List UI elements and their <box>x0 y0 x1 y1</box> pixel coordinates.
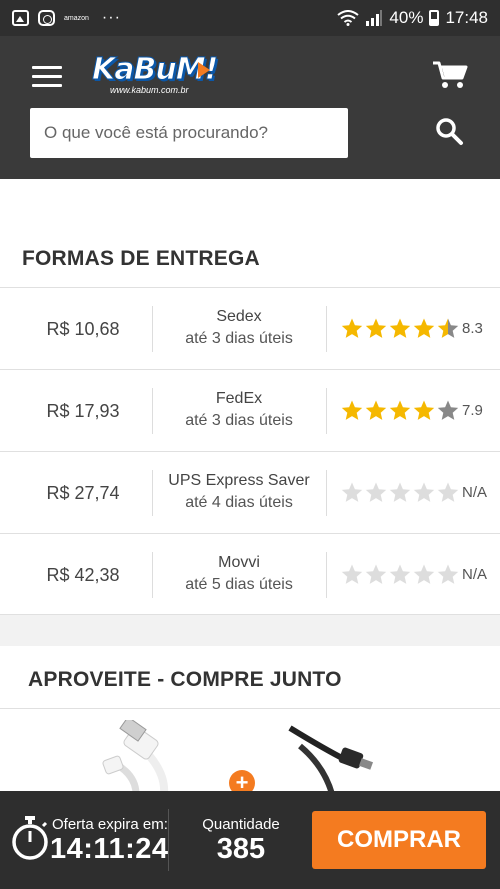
shipping-option-row[interactable]: R$ 27,74 UPS Express Saver até 4 dias út… <box>0 451 500 533</box>
buy-button[interactable]: COMPRAR <box>312 811 486 869</box>
shipping-options-list: R$ 10,68 Sedex até 3 dias úteis 8.3 R$ 1… <box>0 287 500 615</box>
star-filled-icon <box>413 318 435 338</box>
shipping-price: R$ 27,74 <box>46 483 120 503</box>
app-header: KaBuM! www.kabum.com.br <box>0 36 500 179</box>
star-half-icon <box>437 318 459 338</box>
rating-score: N/A <box>462 483 488 501</box>
logo-wordmark: KaBuM! <box>92 52 219 88</box>
star-empty-icon <box>413 482 435 502</box>
carrier-info: FedEx até 3 dias úteis <box>152 390 326 430</box>
shipping-price: R$ 10,68 <box>46 319 120 339</box>
signal-icon <box>366 10 383 26</box>
row-divider <box>326 388 327 434</box>
star-empty-icon <box>389 564 411 584</box>
star-filled-icon <box>365 318 387 338</box>
logo-arrow-icon <box>198 62 210 78</box>
hamburger-menu-icon[interactable] <box>32 66 62 88</box>
logo-url: www.kabum.com.br <box>110 85 189 95</box>
shipping-title: FORMAS DE ENTREGA <box>22 247 260 270</box>
star-empty-icon <box>437 482 459 502</box>
search-input[interactable] <box>30 108 348 158</box>
carrier-name: UPS Express Saver <box>168 472 310 489</box>
carrier-info: Sedex até 3 dias úteis <box>152 308 326 348</box>
delivery-eta: até 3 dias úteis <box>185 330 293 347</box>
amazon-icon: amazon <box>64 14 89 22</box>
carrier-info: Movvi até 5 dias úteis <box>152 554 326 594</box>
stopwatch-icon <box>12 816 48 860</box>
system-status: 40% 17:48 <box>337 8 488 28</box>
star-filled-icon <box>341 318 363 338</box>
row-divider <box>326 306 327 352</box>
carrier-rating-stars: 8.3 <box>340 316 483 340</box>
star-empty-icon <box>437 400 459 420</box>
star-filled-icon <box>389 400 411 420</box>
star-empty-icon <box>413 564 435 584</box>
shipping-price: R$ 17,93 <box>46 401 120 421</box>
carrier-rating-stars: 7.9 <box>340 398 483 422</box>
more-notifications-icon: ··· <box>101 9 121 26</box>
carrier-rating-stars: N/A <box>340 480 487 504</box>
search-icon[interactable] <box>434 116 464 146</box>
carrier-info: UPS Express Saver até 4 dias úteis <box>152 472 326 512</box>
star-filled-icon <box>365 400 387 420</box>
delivery-eta: até 4 dias úteis <box>185 494 293 511</box>
rating-score: N/A <box>462 565 488 583</box>
status-bar: amazon ··· 40% 17:48 <box>0 0 500 36</box>
rating-score: 8.3 <box>462 319 483 337</box>
cart-icon[interactable] <box>432 60 468 90</box>
buy-together-section: APROVEITE - COMPRE JUNTO + <box>0 646 500 796</box>
offer-countdown: 14:11:24 <box>50 833 169 865</box>
star-empty-icon <box>365 564 387 584</box>
image-icon <box>12 10 29 26</box>
notification-icons: amazon ··· <box>12 9 121 27</box>
star-filled-icon <box>341 400 363 420</box>
wifi-icon <box>337 10 360 26</box>
purchase-bar: Oferta expira em: 14:11:24 Quantidade 38… <box>0 791 500 889</box>
delivery-eta: até 5 dias úteis <box>185 576 293 593</box>
delivery-eta: até 3 dias úteis <box>185 412 293 429</box>
kabum-logo[interactable]: KaBuM! www.kabum.com.br <box>92 52 219 100</box>
star-filled-icon <box>413 400 435 420</box>
row-divider <box>326 552 327 598</box>
rating-score: 7.9 <box>462 401 483 419</box>
battery-icon <box>429 10 440 26</box>
instagram-icon <box>38 10 55 26</box>
shipping-price: R$ 42,38 <box>46 565 120 585</box>
shipping-option-row[interactable]: R$ 10,68 Sedex até 3 dias úteis 8.3 <box>0 287 500 369</box>
buy-together-title: APROVEITE - COMPRE JUNTO <box>28 668 342 691</box>
section-divider <box>0 708 500 709</box>
battery-percent: 40% <box>389 8 424 27</box>
black-cable-image[interactable] <box>286 720 396 794</box>
star-empty-icon <box>389 482 411 502</box>
clock: 17:48 <box>445 8 488 27</box>
carrier-name: Movvi <box>218 554 260 571</box>
row-divider <box>326 470 327 516</box>
carrier-name: Sedex <box>216 308 262 325</box>
quantity-value: 385 <box>216 833 266 865</box>
carrier-rating-stars: N/A <box>340 562 487 586</box>
star-empty-icon <box>341 564 363 584</box>
star-empty-icon <box>437 564 459 584</box>
shipping-option-row[interactable]: R$ 17,93 FedEx até 3 dias úteis 7.9 <box>0 369 500 451</box>
star-empty-icon <box>365 482 387 502</box>
shipping-section: FORMAS DE ENTREGA R$ 10,68 Sedex até 3 d… <box>0 179 500 615</box>
shipping-option-row[interactable]: R$ 42,38 Movvi até 5 dias úteis N/A <box>0 533 500 615</box>
carrier-name: FedEx <box>215 390 263 407</box>
star-filled-icon <box>389 318 411 338</box>
quantity-label: Quantidade <box>202 816 280 833</box>
bar-divider <box>168 809 169 871</box>
usb-cable-image[interactable] <box>96 720 196 794</box>
offer-expires-label: Oferta expira em: <box>52 816 168 833</box>
star-empty-icon <box>341 482 363 502</box>
